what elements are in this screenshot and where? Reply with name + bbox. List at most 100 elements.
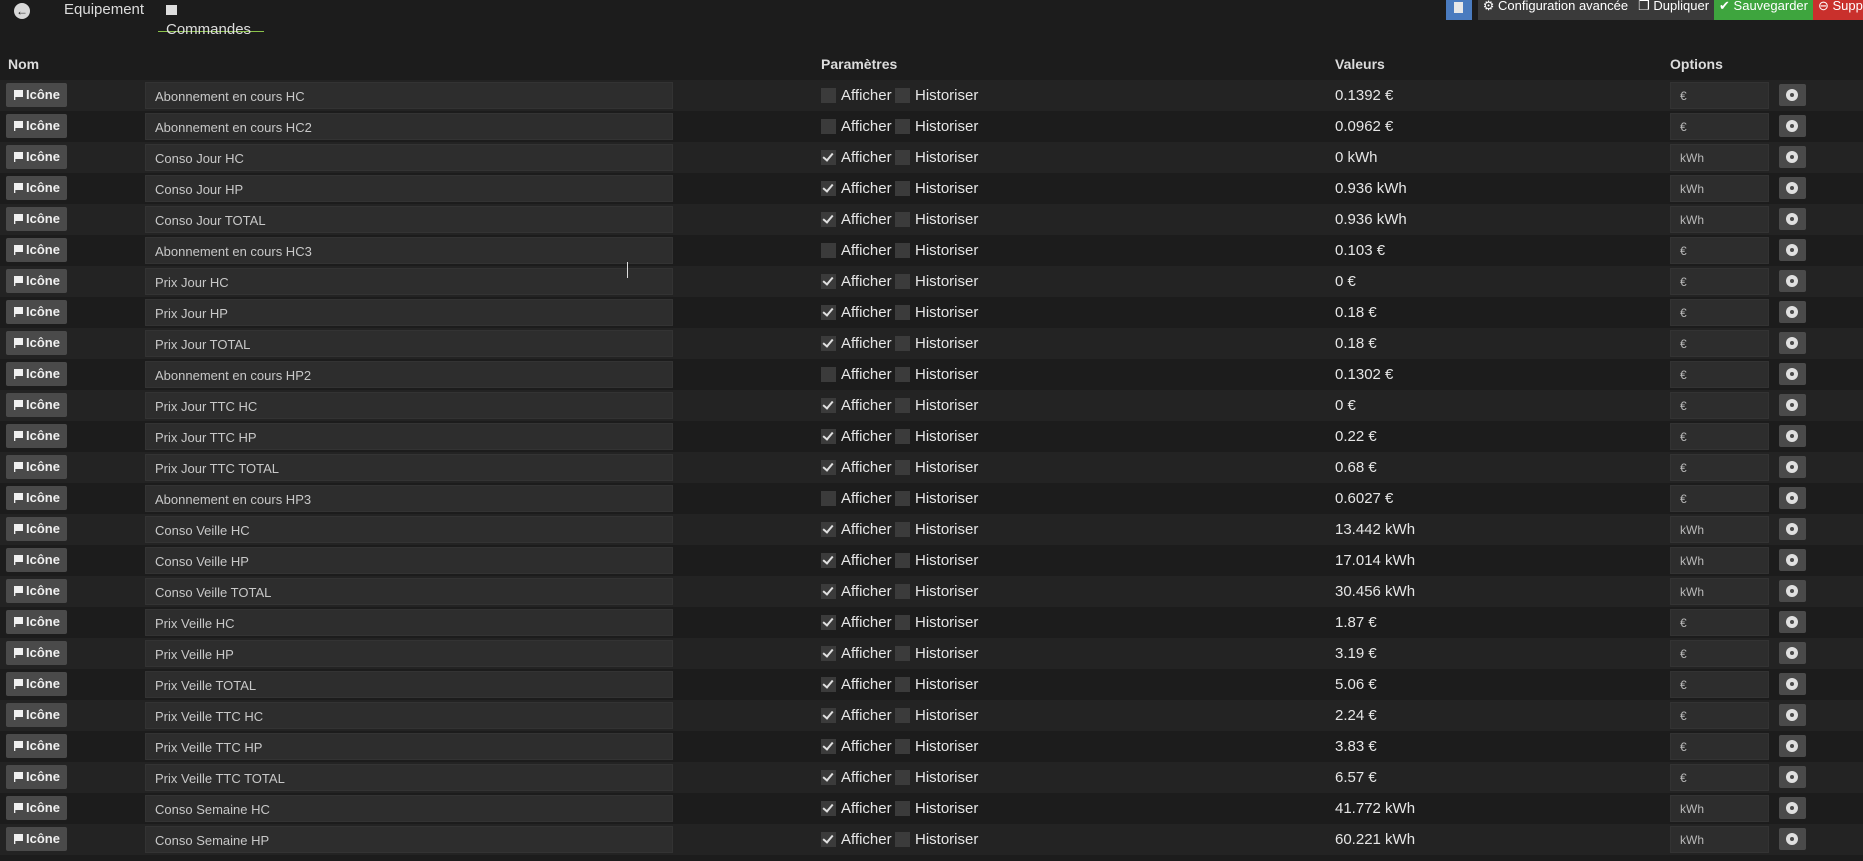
command-name-input[interactable]: Conso Jour TOTAL	[145, 206, 673, 233]
unit-input[interactable]: kWh	[1670, 175, 1769, 202]
gear-icon[interactable]	[1779, 177, 1806, 199]
gear-icon[interactable]	[1779, 208, 1806, 230]
historiser-checkbox[interactable]	[895, 770, 910, 785]
gear-icon[interactable]	[1779, 363, 1806, 385]
command-name-input[interactable]: Prix Veille TTC HP	[145, 733, 673, 760]
historiser-checkbox[interactable]	[895, 646, 910, 661]
icon-select-button[interactable]: Icône	[6, 83, 67, 107]
unit-input[interactable]: €	[1670, 330, 1769, 357]
command-name-input[interactable]: Prix Veille TOTAL	[145, 671, 673, 698]
icon-select-button[interactable]: Icône	[6, 610, 67, 634]
duplicate-button[interactable]: ❐ Dupliquer	[1633, 0, 1715, 20]
gear-icon[interactable]	[1779, 270, 1806, 292]
afficher-checkbox[interactable]	[821, 553, 836, 568]
icon-select-button[interactable]: Icône	[6, 393, 67, 417]
unit-input[interactable]: €	[1670, 702, 1769, 729]
afficher-checkbox[interactable]	[821, 491, 836, 506]
gear-icon[interactable]	[1779, 301, 1806, 323]
unit-input[interactable]: kWh	[1670, 144, 1769, 171]
unit-input[interactable]: €	[1670, 640, 1769, 667]
historiser-checkbox[interactable]	[895, 88, 910, 103]
historiser-checkbox[interactable]	[895, 398, 910, 413]
icon-select-button[interactable]: Icône	[6, 703, 67, 727]
gear-icon[interactable]	[1779, 487, 1806, 509]
historiser-checkbox[interactable]	[895, 460, 910, 475]
unit-input[interactable]: kWh	[1670, 516, 1769, 543]
historiser-checkbox[interactable]	[895, 119, 910, 134]
unit-input[interactable]: €	[1670, 485, 1769, 512]
icon-select-button[interactable]: Icône	[6, 331, 67, 355]
historiser-checkbox[interactable]	[895, 429, 910, 444]
icon-select-button[interactable]: Icône	[6, 672, 67, 696]
command-name-input[interactable]: Conso Veille HC	[145, 516, 673, 543]
command-name-input[interactable]: Prix Jour HP	[145, 299, 673, 326]
historiser-checkbox[interactable]	[895, 801, 910, 816]
icon-select-button[interactable]: Icône	[6, 424, 67, 448]
command-name-input[interactable]: Prix Jour TTC HP	[145, 423, 673, 450]
icon-select-button[interactable]: Icône	[6, 362, 67, 386]
command-name-input[interactable]: Conso Semaine HC	[145, 795, 673, 822]
gear-icon[interactable]	[1779, 704, 1806, 726]
command-name-input[interactable]: Prix Jour TOTAL	[145, 330, 673, 357]
afficher-checkbox[interactable]	[821, 801, 836, 816]
icon-select-button[interactable]: Icône	[6, 114, 67, 138]
command-name-input[interactable]: Abonnement en cours HC2	[145, 113, 673, 140]
icon-select-button[interactable]: Icône	[6, 176, 67, 200]
gear-icon[interactable]	[1779, 828, 1806, 850]
command-name-input[interactable]: Prix Jour HC	[145, 268, 673, 295]
historiser-checkbox[interactable]	[895, 150, 910, 165]
command-name-input[interactable]: Abonnement en cours HP2	[145, 361, 673, 388]
gear-icon[interactable]	[1779, 642, 1806, 664]
afficher-checkbox[interactable]	[821, 646, 836, 661]
historiser-checkbox[interactable]	[895, 212, 910, 227]
afficher-checkbox[interactable]	[821, 212, 836, 227]
historiser-checkbox[interactable]	[895, 739, 910, 754]
icon-select-button[interactable]: Icône	[6, 207, 67, 231]
historiser-checkbox[interactable]	[895, 615, 910, 630]
gear-icon[interactable]	[1779, 735, 1806, 757]
unit-input[interactable]: kWh	[1670, 206, 1769, 233]
gear-icon[interactable]	[1779, 456, 1806, 478]
afficher-checkbox[interactable]	[821, 274, 836, 289]
icon-select-button[interactable]: Icône	[6, 269, 67, 293]
unit-input[interactable]: €	[1670, 82, 1769, 109]
gear-icon[interactable]	[1779, 332, 1806, 354]
historiser-checkbox[interactable]	[895, 274, 910, 289]
historiser-checkbox[interactable]	[895, 181, 910, 196]
gear-icon[interactable]	[1779, 611, 1806, 633]
historiser-checkbox[interactable]	[895, 336, 910, 351]
afficher-checkbox[interactable]	[821, 150, 836, 165]
gear-icon[interactable]	[1779, 518, 1806, 540]
icon-select-button[interactable]: Icône	[6, 455, 67, 479]
afficher-checkbox[interactable]	[821, 243, 836, 258]
icon-select-button[interactable]: Icône	[6, 300, 67, 324]
unit-input[interactable]: €	[1670, 237, 1769, 264]
delete-button[interactable]: ⊖ Supprimer	[1813, 0, 1863, 20]
historiser-checkbox[interactable]	[895, 522, 910, 537]
unit-input[interactable]: €	[1670, 299, 1769, 326]
command-name-input[interactable]: Conso Veille HP	[145, 547, 673, 574]
gear-icon[interactable]	[1779, 549, 1806, 571]
afficher-checkbox[interactable]	[821, 677, 836, 692]
unit-input[interactable]: kWh	[1670, 547, 1769, 574]
unit-input[interactable]: €	[1670, 361, 1769, 388]
gear-icon[interactable]	[1779, 84, 1806, 106]
command-name-input[interactable]: Conso Veille TOTAL	[145, 578, 673, 605]
command-name-input[interactable]: Abonnement en cours HC	[145, 82, 673, 109]
historiser-checkbox[interactable]	[895, 243, 910, 258]
tab-equipement[interactable]: Equipement	[64, 0, 144, 31]
afficher-checkbox[interactable]	[821, 708, 836, 723]
historiser-checkbox[interactable]	[895, 367, 910, 382]
historiser-checkbox[interactable]	[895, 491, 910, 506]
advanced-config-button[interactable]: ⚙ Configuration avancée	[1477, 0, 1634, 20]
gear-icon[interactable]	[1779, 797, 1806, 819]
command-name-input[interactable]: Prix Veille HC	[145, 609, 673, 636]
command-name-input[interactable]: Prix Jour TTC HC	[145, 392, 673, 419]
unit-input[interactable]: kWh	[1670, 578, 1769, 605]
command-name-input[interactable]: Prix Veille TTC HC	[145, 702, 673, 729]
historiser-checkbox[interactable]	[895, 584, 910, 599]
command-name-input[interactable]: Conso Semaine HP	[145, 826, 673, 853]
afficher-checkbox[interactable]	[821, 615, 836, 630]
icon-select-button[interactable]: Icône	[6, 579, 67, 603]
unit-input[interactable]: €	[1670, 671, 1769, 698]
